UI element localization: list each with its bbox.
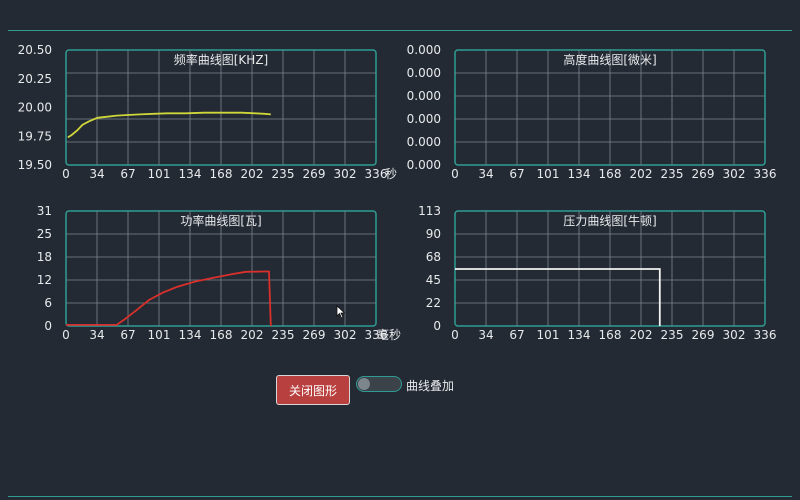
chart-title: 频率曲线图[KHZ] — [174, 52, 268, 67]
x-tick-label: 235 — [272, 167, 295, 181]
x-tick-label: 302 — [334, 328, 357, 342]
toggle-knob — [358, 378, 370, 390]
x-tick-label: 235 — [661, 167, 684, 181]
x-tick-label: 101 — [148, 167, 171, 181]
x-tick-label: 269 — [692, 328, 715, 342]
x-unit-label: 秒 — [385, 167, 397, 181]
y-tick-label: 0 — [433, 319, 441, 333]
y-tick-label: 0.000 — [407, 43, 441, 57]
x-tick-label: 269 — [303, 167, 326, 181]
y-tick-label: 90 — [426, 227, 441, 241]
x-tick-label: 202 — [630, 167, 653, 181]
x-tick-label: 67 — [120, 328, 135, 342]
y-tick-label: 19.50 — [18, 158, 52, 172]
close-chart-button[interactable]: 关闭图形 — [276, 375, 350, 405]
x-tick-label: 302 — [723, 328, 746, 342]
overlay-curves-label: 曲线叠加 — [406, 379, 455, 393]
y-tick-label: 19.75 — [18, 129, 52, 143]
x-tick-label: 134 — [179, 328, 202, 342]
chart-power: 功率曲线图[瓦]0 34 67 101 134 168 202 235 269 302 336毫秒0… — [37, 204, 401, 342]
x-tick-label: 101 — [148, 328, 171, 342]
x-tick-label: 269 — [303, 328, 326, 342]
x-tick-label: 101 — [537, 167, 560, 181]
x-tick-label: 235 — [661, 328, 684, 342]
x-tick-label: 202 — [630, 328, 653, 342]
x-tick-label: 134 — [568, 328, 591, 342]
x-tick-label: 202 — [241, 328, 264, 342]
charts-canvas: 频率曲线图[KHZ] 0 34 67 101 134 168 202 235 269 302 336 秒… — [18, 43, 777, 342]
x-tick-label: 336 — [754, 328, 777, 342]
y-tick-label: 0.000 — [407, 158, 441, 172]
x-tick-label: 168 — [599, 328, 622, 342]
y-tick-label: 0.000 — [407, 66, 441, 80]
y-tick-label: 22 — [426, 296, 441, 310]
chart-frequency: 频率曲线图[KHZ]0 34 67 101 134 168 202 235 269 302 336秒… — [18, 43, 397, 181]
y-tick-label: 0.000 — [407, 89, 441, 103]
chart-pressure: 压力曲线图[牛顿] 0 34 67 101 134 168 202 235 269 302 336 0 2… — [418, 204, 776, 342]
x-tick-label: 67 — [509, 167, 524, 181]
mouse-cursor-icon — [336, 305, 346, 319]
y-tick-label: 45 — [426, 273, 441, 287]
x-tick-label: 235 — [272, 328, 295, 342]
x-tick-label: 336 — [754, 167, 777, 181]
y-tick-label: 0 — [44, 319, 52, 333]
x-tick-label: 202 — [241, 167, 264, 181]
y-tick-label: 113 — [418, 204, 441, 218]
y-tick-label: 12 — [37, 273, 52, 287]
y-tick-label: 25 — [37, 227, 52, 241]
series-line — [67, 111, 271, 139]
x-tick-label: 168 — [210, 328, 233, 342]
chart-height: 高度曲线图[微米] 0 34 67 101 134 168 202 235 269 302 336 0.… — [407, 43, 777, 181]
x-tick-label: 168 — [210, 167, 233, 181]
x-tick-label: 134 — [568, 167, 591, 181]
chart-title: 功率曲线图[瓦] — [180, 213, 261, 228]
x-tick-label: 0 — [451, 328, 459, 342]
x-tick-label: 134 — [179, 167, 202, 181]
x-tick-label: 67 — [120, 167, 135, 181]
y-tick-label: 6 — [44, 296, 52, 310]
y-tick-label: 20.00 — [18, 101, 52, 115]
x-tick-label: 168 — [599, 167, 622, 181]
x-tick-label: 302 — [334, 167, 357, 181]
y-tick-label: 20.50 — [18, 43, 52, 57]
x-tick-label: 67 — [509, 328, 524, 342]
y-tick-label: 0.000 — [407, 135, 441, 149]
x-tick-label: 269 — [692, 167, 715, 181]
y-tick-label: 18 — [37, 250, 52, 264]
x-tick-label: 34 — [89, 167, 104, 181]
x-tick-label: 0 — [62, 328, 70, 342]
chart-title: 压力曲线图[牛顿] — [563, 213, 656, 228]
y-tick-label: 0.000 — [407, 112, 441, 126]
y-tick-label: 68 — [426, 250, 441, 264]
x-tick-label: 34 — [89, 328, 104, 342]
y-tick-label: 31 — [37, 204, 52, 218]
x-tick-label: 34 — [478, 167, 493, 181]
bottom-divider — [8, 496, 792, 497]
x-tick-label: 34 — [478, 328, 493, 342]
chart-title: 高度曲线图[微米] — [563, 52, 656, 67]
x-tick-label: 302 — [723, 167, 746, 181]
x-unit-label: 毫秒 — [377, 327, 401, 342]
overlay-curves-toggle[interactable] — [356, 376, 402, 392]
x-tick-label: 0 — [451, 167, 459, 181]
x-tick-label: 101 — [537, 328, 560, 342]
x-tick-label: 0 — [62, 167, 70, 181]
y-tick-label: 20.25 — [18, 72, 52, 86]
